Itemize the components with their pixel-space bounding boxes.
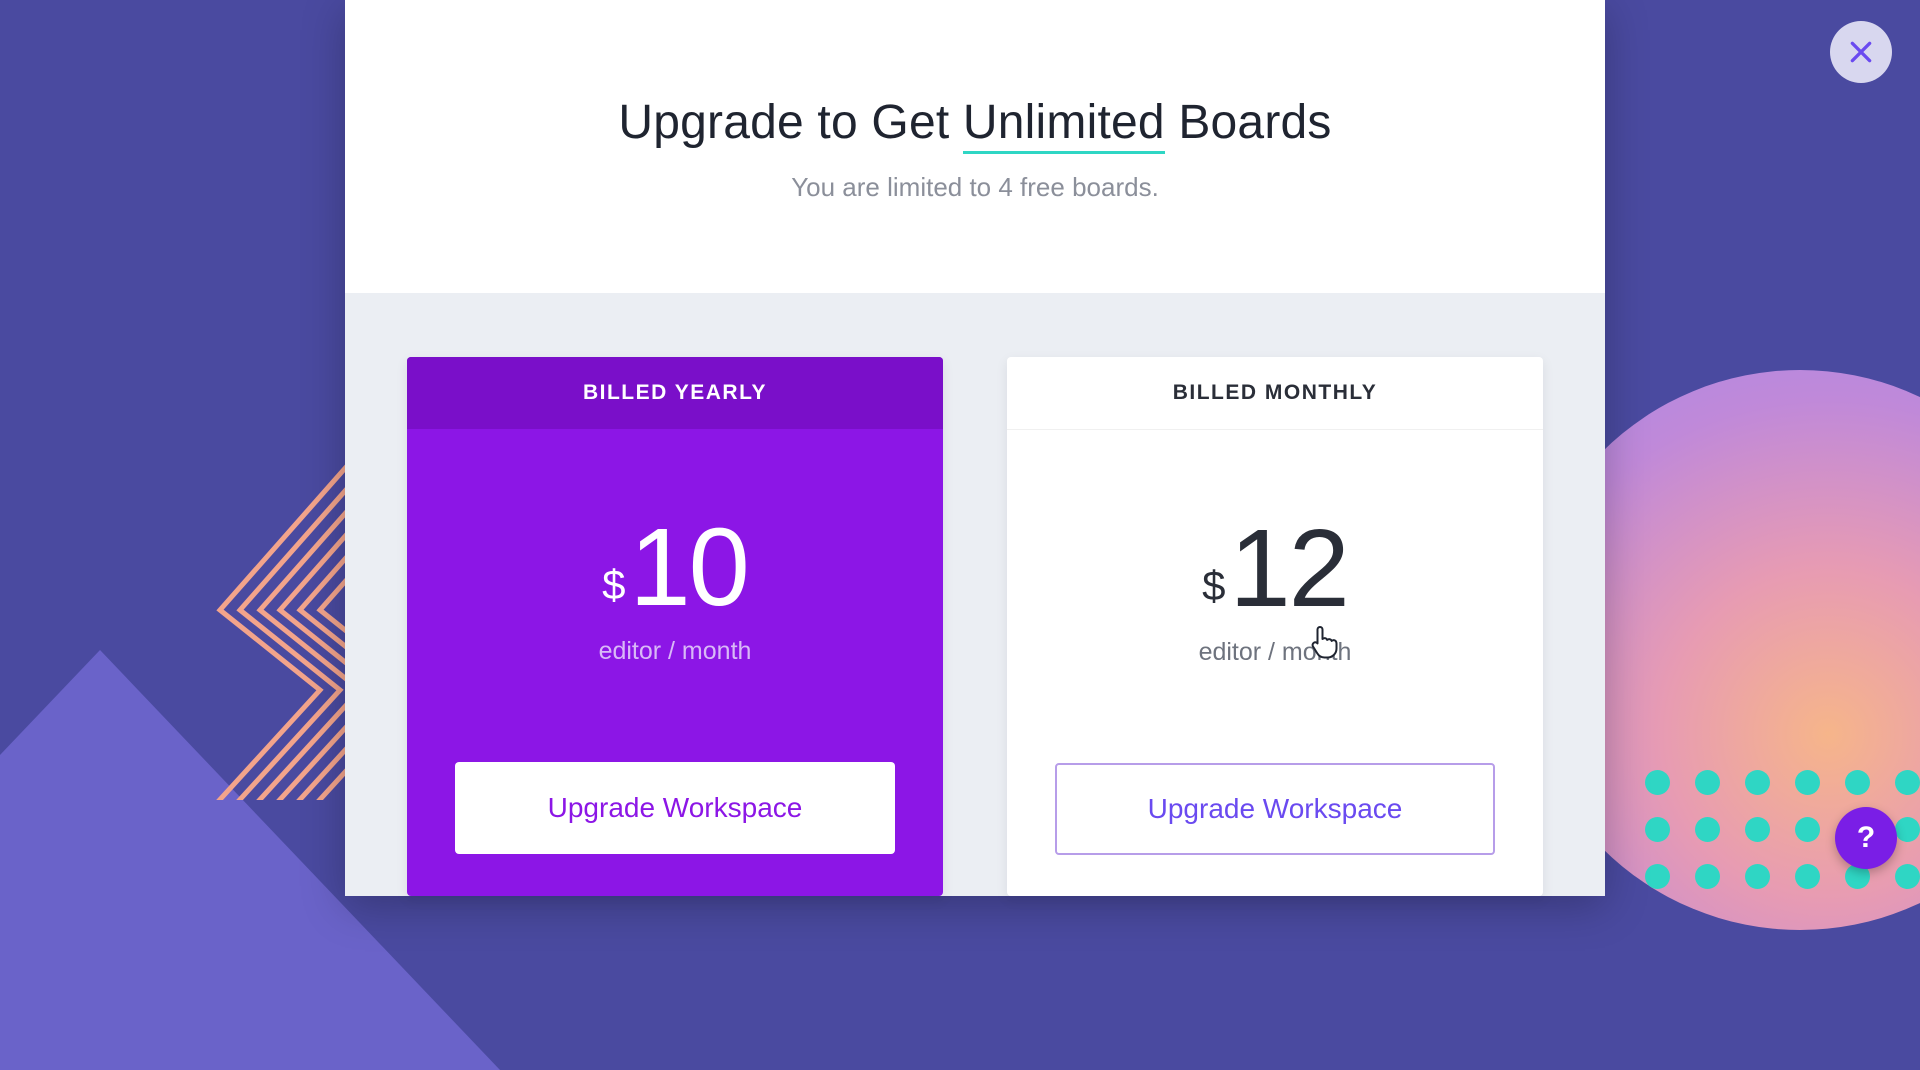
close-icon (1848, 39, 1874, 65)
help-icon: ? (1857, 821, 1875, 855)
currency-symbol: $ (1202, 562, 1225, 610)
modal-header: Upgrade to Get Unlimited Boards You are … (345, 0, 1605, 293)
page-title: Upgrade to Get Unlimited Boards (385, 95, 1565, 150)
plan-yearly-label: BILLED YEARLY (407, 357, 943, 429)
plan-card-yearly: BILLED YEARLY $ 10 editor / month Upgrad… (407, 357, 943, 896)
close-button[interactable] (1830, 21, 1892, 83)
title-pre: Upgrade to Get (618, 96, 963, 149)
currency-symbol: $ (602, 561, 625, 609)
upgrade-yearly-button[interactable]: Upgrade Workspace (455, 762, 895, 854)
price-amount: 12 (1229, 514, 1347, 624)
upgrade-modal: Upgrade to Get Unlimited Boards You are … (345, 0, 1605, 896)
title-underlined: Unlimited (963, 96, 1165, 154)
help-button[interactable]: ? (1835, 807, 1897, 869)
price-unit: editor / month (1199, 638, 1352, 667)
plans-container: BILLED YEARLY $ 10 editor / month Upgrad… (345, 293, 1605, 896)
plan-card-monthly: BILLED MONTHLY $ 12 editor / month Upgra… (1007, 357, 1543, 896)
price-unit: editor / month (599, 637, 752, 666)
page-subtitle: You are limited to 4 free boards. (385, 172, 1565, 203)
title-post: Boards (1165, 96, 1332, 149)
plan-monthly-label: BILLED MONTHLY (1007, 357, 1543, 430)
plan-monthly-price: $ 12 editor / month (1199, 514, 1352, 667)
plan-yearly-price: $ 10 editor / month (599, 513, 752, 666)
upgrade-monthly-button[interactable]: Upgrade Workspace (1055, 763, 1495, 855)
price-amount: 10 (629, 513, 747, 623)
